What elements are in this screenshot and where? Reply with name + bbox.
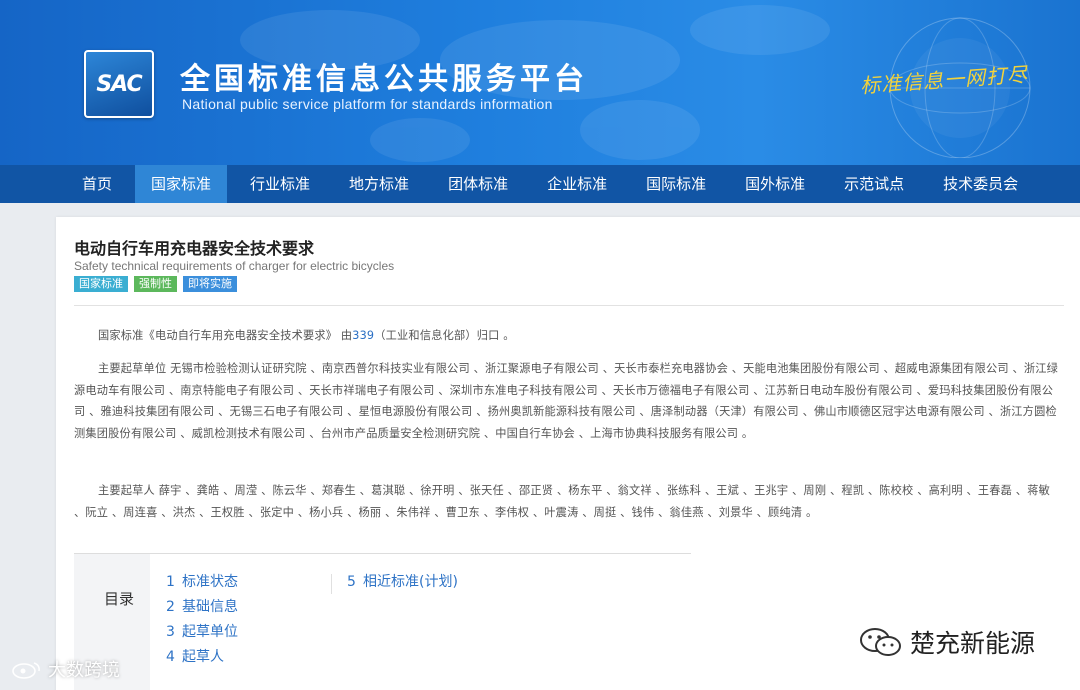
badge-group: 国家标准 强制性 即将实施 <box>74 276 237 292</box>
wechat-icon <box>860 628 901 656</box>
badge-upcoming: 即将实施 <box>183 276 237 292</box>
watermark-left: 大数跨境 <box>10 656 120 682</box>
nav-item-pilot-demo[interactable]: 示范试点 <box>828 165 920 203</box>
toc-num: 1 <box>166 574 175 590</box>
badge-national-standard: 国家标准 <box>74 276 128 292</box>
main-nav: 首页 国家标准 行业标准 地方标准 团体标准 企业标准 国际标准 国外标准 示范… <box>0 165 1080 203</box>
nav-item-local-standards[interactable]: 地方标准 <box>333 165 425 203</box>
site-subtitle: National public service platform for sta… <box>182 96 553 112</box>
committee-link[interactable]: 339 <box>352 329 374 342</box>
toc-column-1: 1 标准状态 2 基础信息 3 起草单位 4 起草人 <box>166 572 238 672</box>
badge-mandatory: 强制性 <box>134 276 177 292</box>
nav-item-national-standards[interactable]: 国家标准 <box>135 165 228 203</box>
logo-text: SAC <box>96 71 142 97</box>
nav-item-group-standards[interactable]: 团体标准 <box>432 165 524 203</box>
watermark-right-text: 楚充新能源 <box>910 629 1036 658</box>
toc-column-2: 5 相近标准(计划) <box>347 572 458 597</box>
nav-item-home[interactable]: 首页 <box>66 165 128 203</box>
watermark-left-text: 大数跨境 <box>48 660 120 681</box>
toc-item-drafting-units[interactable]: 3 起草单位 <box>166 622 238 647</box>
nav-item-industry-standards[interactable]: 行业标准 <box>234 165 326 203</box>
standard-title: 电动自行车用充电器安全技术要求 <box>74 239 315 258</box>
toc-num: 4 <box>166 649 175 665</box>
toc-label: 目录 <box>104 590 135 608</box>
drafting-units-paragraph: 主要起草单位 无锡市检验检测认证研究院 、南京西普尔科技实业有限公司 、浙江聚源… <box>74 362 1059 440</box>
standard-subtitle: Safety technical requirements of charger… <box>74 259 395 273</box>
toc-separator <box>331 574 332 594</box>
site-title: 全国标准信息公共服务平台 <box>180 62 588 97</box>
sac-logo[interactable]: SAC <box>84 50 154 118</box>
nav-item-international-standards[interactable]: 国际标准 <box>630 165 722 203</box>
intro-suffix: （工业和信息化部）归口 。 <box>374 329 515 342</box>
toc-num: 2 <box>166 599 175 615</box>
toc-item-basic-info[interactable]: 2 基础信息 <box>166 597 238 622</box>
weibo-icon <box>12 662 40 679</box>
header-banner: SAC 全国标准信息公共服务平台 National public service… <box>0 0 1080 165</box>
toc-item-label: 相近标准(计划) <box>363 574 458 590</box>
watermark-right: 楚充新能源 <box>858 624 1035 660</box>
drafters-paragraph: 主要起草人 薛宇 、龚皓 、周滢 、陈云华 、郑春生 、葛淇聪 、徐开明 、张天… <box>74 484 1050 519</box>
toc-item-status[interactable]: 1 标准状态 <box>166 572 238 597</box>
nav-item-foreign-standards[interactable]: 国外标准 <box>729 165 821 203</box>
table-of-contents: 目录 1 标准状态 2 基础信息 3 起草单位 4 起草人 5 相近标准(计划) <box>74 553 691 690</box>
intro-prefix: 国家标准《电动自行车用充电器安全技术要求》 由 <box>98 329 353 342</box>
nav-item-enterprise-standards[interactable]: 企业标准 <box>531 165 623 203</box>
toc-item-related-standards[interactable]: 5 相近标准(计划) <box>347 572 458 597</box>
intro-paragraph: 国家标准《电动自行车用充电器安全技术要求》 由339（工业和信息化部）归口 。 <box>74 325 1064 347</box>
standard-detail-card: 电动自行车用充电器安全技术要求 Safety technical require… <box>56 217 1080 690</box>
toc-item-drafters[interactable]: 4 起草人 <box>166 647 238 672</box>
toc-item-label: 起草人 <box>182 649 224 665</box>
nav-item-tech-committee[interactable]: 技术委员会 <box>927 165 1034 203</box>
toc-item-label: 基础信息 <box>182 599 238 615</box>
toc-num: 5 <box>347 574 356 590</box>
toc-item-label: 起草单位 <box>182 624 238 640</box>
divider <box>74 305 1064 306</box>
toc-item-label: 标准状态 <box>182 574 238 590</box>
toc-num: 3 <box>166 624 175 640</box>
